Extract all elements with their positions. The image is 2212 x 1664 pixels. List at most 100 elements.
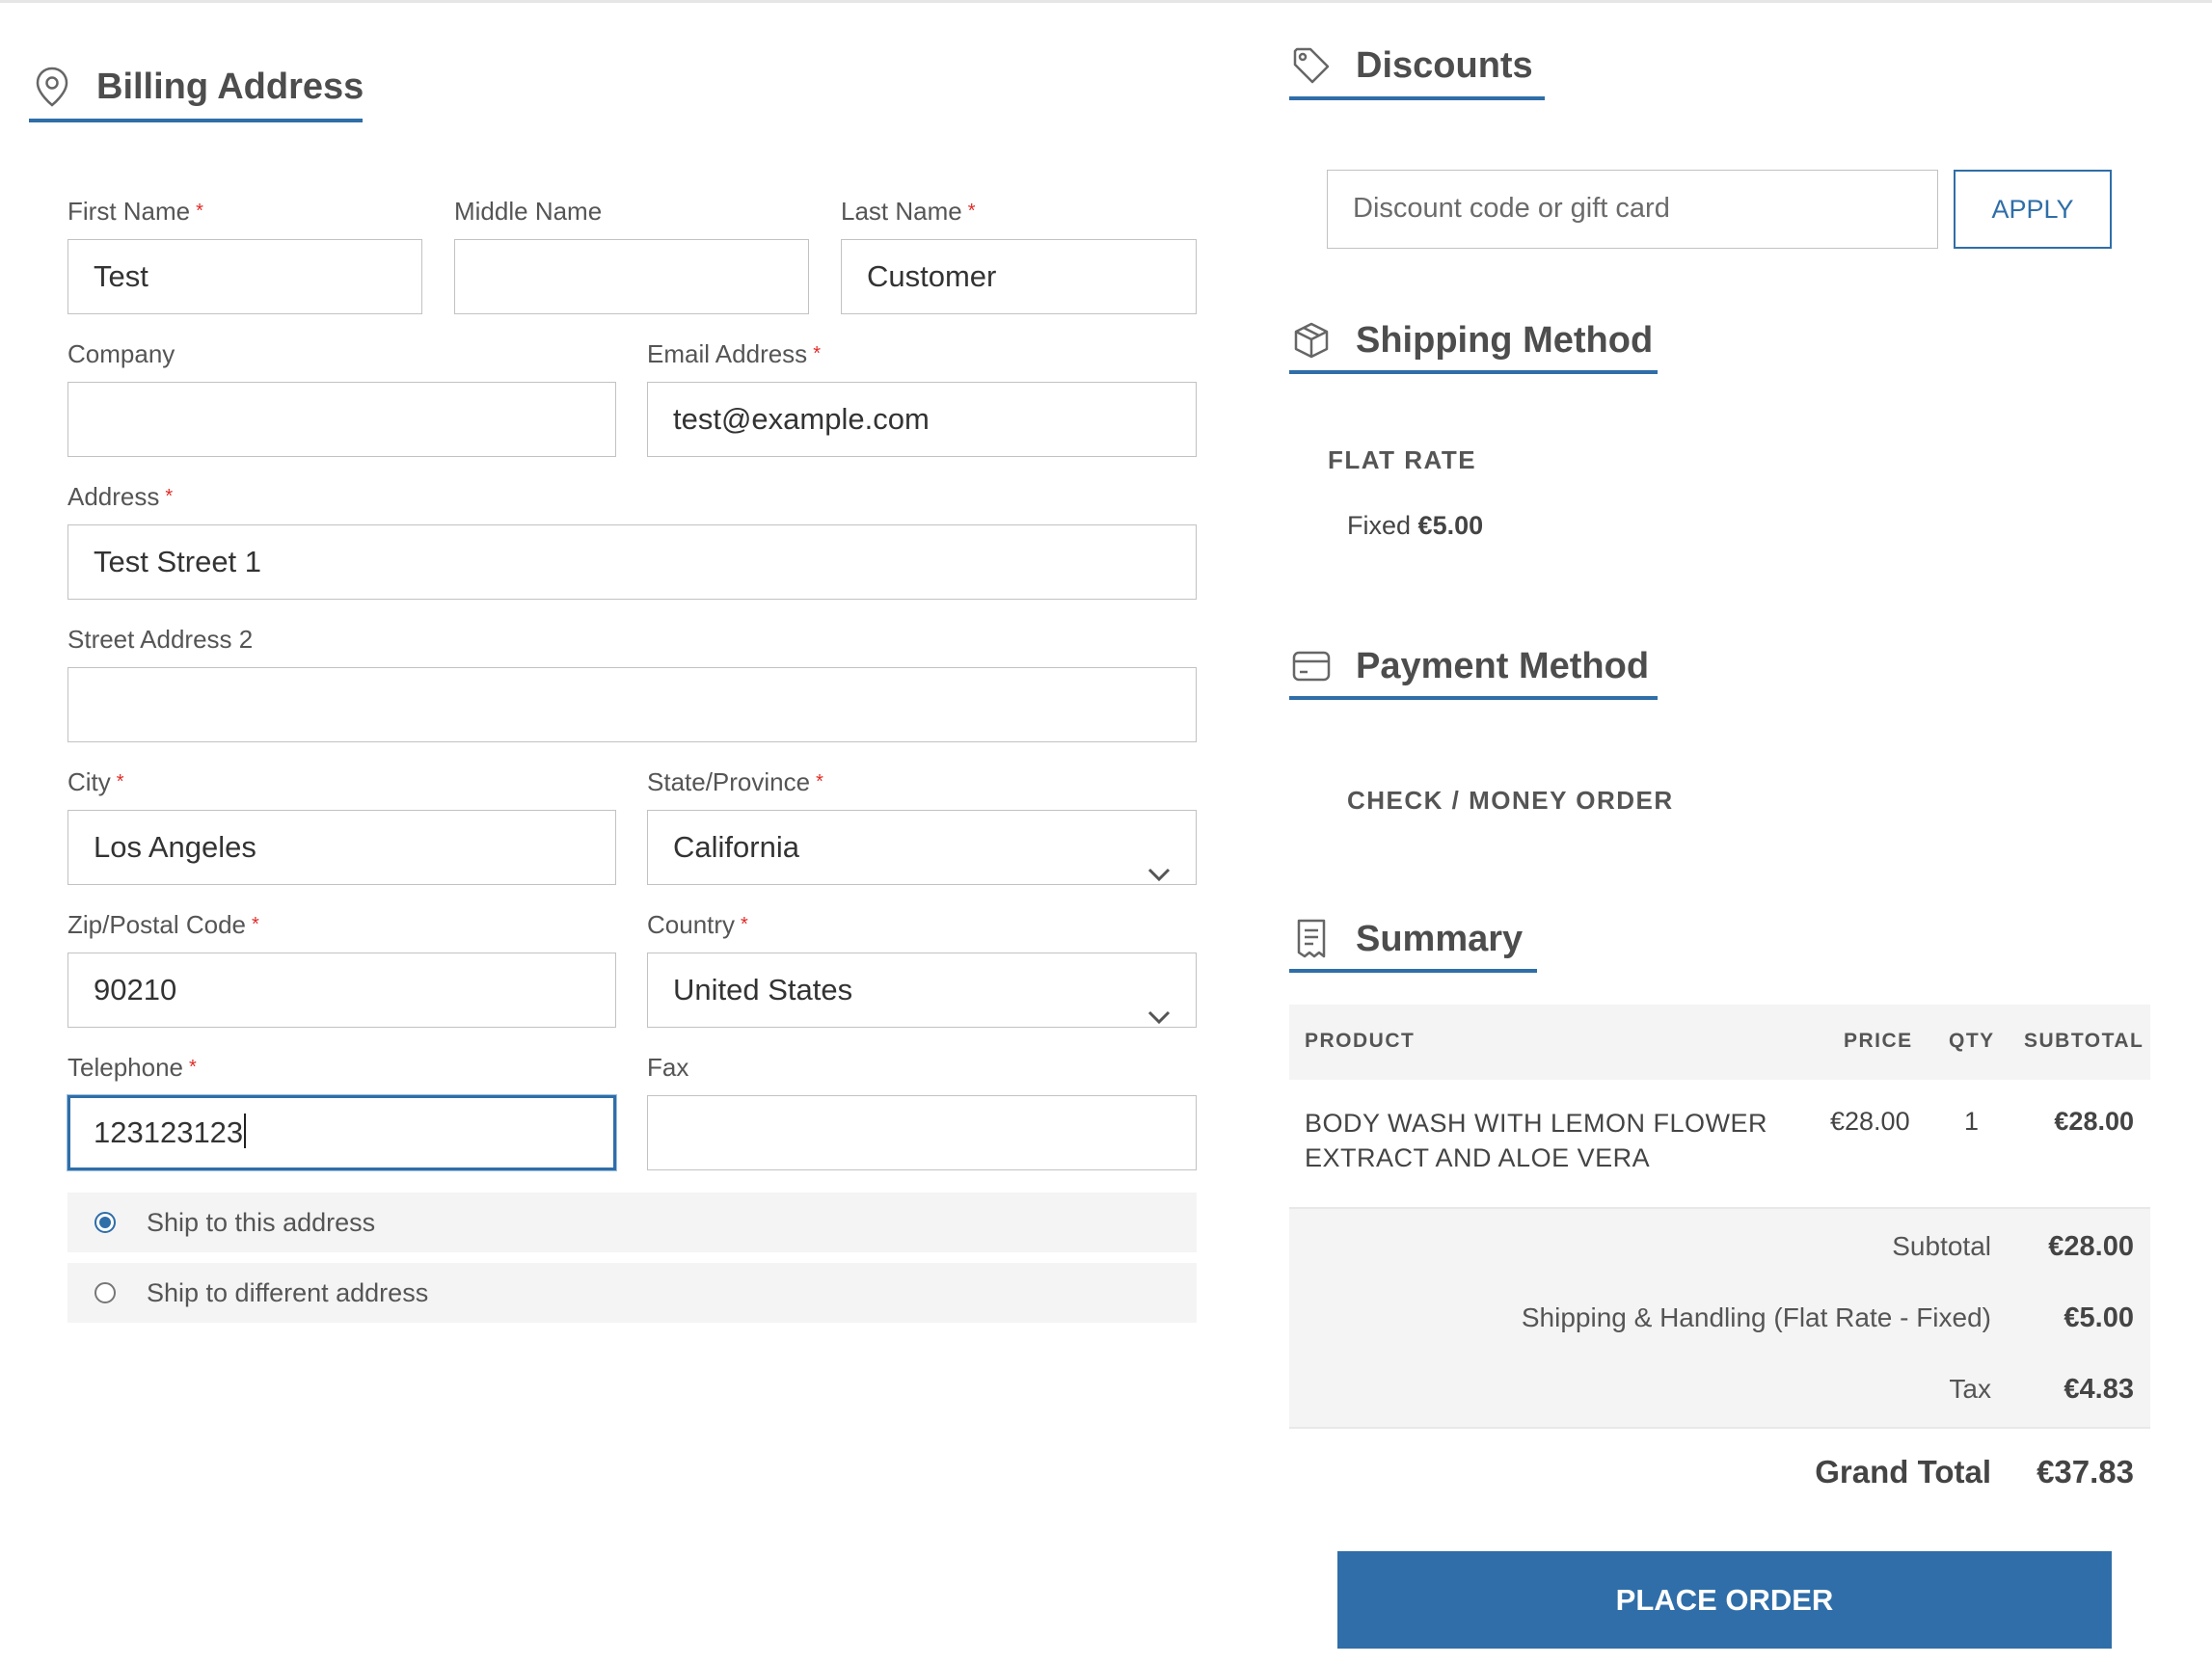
col-qty: QTY (1949, 1030, 1995, 1052)
company-label: Company (67, 339, 175, 368)
city-input[interactable]: Los Angeles (67, 810, 616, 885)
ship-option-different[interactable]: Ship to different address (67, 1263, 1197, 1323)
discounts-heading: Discounts (1290, 44, 1533, 87)
radio-checked-icon[interactable] (94, 1212, 116, 1233)
top-divider (0, 0, 2212, 3)
tax-label: Tax (1949, 1374, 1991, 1404)
ship-option-label: Ship to different address (147, 1277, 429, 1307)
zip-field: Zip/Postal Code * 90210 (67, 907, 616, 1028)
discounts-underline (1289, 96, 1545, 100)
radio-unchecked-icon[interactable] (94, 1282, 116, 1303)
middle-name-input[interactable] (454, 239, 809, 314)
receipt-icon (1290, 918, 1333, 960)
shipping-underline (1289, 370, 1658, 374)
shipping-rate-label: Fixed (1347, 511, 1412, 540)
required-marker: * (741, 914, 748, 935)
fax-input[interactable] (647, 1095, 1197, 1170)
email-field: Email Address * test@example.com (647, 336, 1197, 457)
state-select-value: California (673, 830, 799, 864)
billing-title: Billing Address (96, 66, 364, 107)
ship-option-same[interactable]: Ship to this address (67, 1193, 1197, 1252)
required-marker: * (165, 486, 174, 507)
required-marker: * (813, 343, 821, 364)
zip-label: Zip/Postal Code (67, 910, 246, 939)
street2-label: Street Address 2 (67, 625, 254, 654)
email-input[interactable]: test@example.com (647, 382, 1197, 457)
summary-underline (1289, 969, 1537, 973)
required-marker: * (251, 914, 259, 935)
company-input[interactable] (67, 382, 616, 457)
telephone-input-value: 123123123 (94, 1115, 244, 1149)
subtotal-label: Subtotal (1892, 1231, 1991, 1261)
summary-heading: Summary (1290, 918, 1523, 960)
company-field: Company (67, 336, 616, 457)
shipping-handling-value: €5.00 (2064, 1302, 2134, 1333)
last-name-input[interactable]: Customer (841, 239, 1197, 314)
summary-divider (1289, 1427, 2150, 1429)
first-name-input[interactable]: Test (67, 239, 422, 314)
street2-field: Street Address 2 (67, 622, 1197, 742)
col-product: PRODUCT (1305, 1030, 1416, 1052)
summary-title: Summary (1356, 918, 1524, 959)
shipping-rate-price: €5.00 (1417, 511, 1484, 540)
grand-total-value: €37.83 (2037, 1454, 2134, 1490)
subtotal-value: €28.00 (2048, 1231, 2134, 1262)
shipping-rate[interactable]: Fixed €5.00 (1347, 511, 1483, 541)
billing-underline (29, 119, 363, 122)
chevron-down-icon (1147, 836, 1171, 884)
last-name-field: Last Name * Customer (841, 194, 1197, 314)
tax-value: €4.83 (2064, 1374, 2134, 1405)
middle-name-field: Middle Name (454, 194, 809, 314)
fax-label: Fax (647, 1053, 689, 1082)
fax-field: Fax (647, 1050, 1197, 1170)
chevron-down-icon (1147, 979, 1171, 1027)
text-caret (244, 1114, 247, 1148)
product-subtotal: €28.00 (2054, 1107, 2134, 1136)
apply-button[interactable]: APPLY (1954, 170, 2112, 249)
payment-heading: Payment Method (1290, 645, 1649, 687)
ship-option-label: Ship to this address (147, 1207, 376, 1237)
country-label: Country (647, 910, 736, 939)
address-label: Address (67, 482, 160, 511)
place-order-button[interactable]: PLACE ORDER (1337, 1551, 2112, 1649)
last-name-label: Last Name (841, 197, 962, 226)
first-name-label: First Name (67, 197, 191, 226)
street2-input[interactable] (67, 667, 1197, 742)
country-select-value: United States (673, 973, 853, 1006)
product-price: €28.00 (1830, 1107, 1910, 1136)
telephone-field: Telephone * 123123123 (67, 1050, 616, 1170)
shipping-title: Shipping Method (1356, 319, 1654, 361)
billing-heading: Billing Address (31, 66, 364, 108)
state-select[interactable]: California (647, 810, 1197, 885)
email-label: Email Address (647, 339, 808, 368)
state-label: State/Province (647, 767, 811, 796)
discounts-title: Discounts (1356, 44, 1533, 86)
payment-title: Payment Method (1356, 645, 1650, 686)
shipping-method-name: FLAT RATE (1328, 445, 1477, 474)
required-marker: * (816, 771, 823, 792)
country-field: Country * United States (647, 907, 1197, 1028)
address-input[interactable]: Test Street 1 (67, 524, 1197, 600)
payment-method-name[interactable]: CHECK / MONEY ORDER (1347, 786, 1674, 816)
required-marker: * (116, 771, 124, 792)
first-name-field: First Name * Test (67, 194, 422, 314)
discount-code-input[interactable]: Discount code or gift card (1327, 170, 1938, 249)
payment-underline (1289, 696, 1658, 700)
telephone-input[interactable]: 123123123 (67, 1095, 616, 1170)
middle-name-label: Middle Name (454, 197, 603, 226)
product-name: BODY WASH WITH LEMON FLOWER EXTRACT AND … (1305, 1109, 1768, 1172)
credit-card-icon (1290, 645, 1333, 687)
grand-total-label: Grand Total (1815, 1454, 1991, 1490)
shipping-heading: Shipping Method (1290, 319, 1653, 362)
box-icon (1290, 319, 1333, 362)
country-select[interactable]: United States (647, 953, 1197, 1028)
zip-input[interactable]: 90210 (67, 953, 616, 1028)
map-pin-icon (31, 66, 73, 108)
city-field: City * Los Angeles (67, 765, 616, 885)
required-marker: * (967, 201, 976, 222)
summary-table-header (1289, 1005, 2150, 1080)
required-marker: * (189, 1057, 197, 1078)
product-qty: 1 (1964, 1107, 1980, 1136)
required-marker: * (196, 201, 203, 222)
col-subtotal: SUBTOTAL (2024, 1030, 2145, 1052)
